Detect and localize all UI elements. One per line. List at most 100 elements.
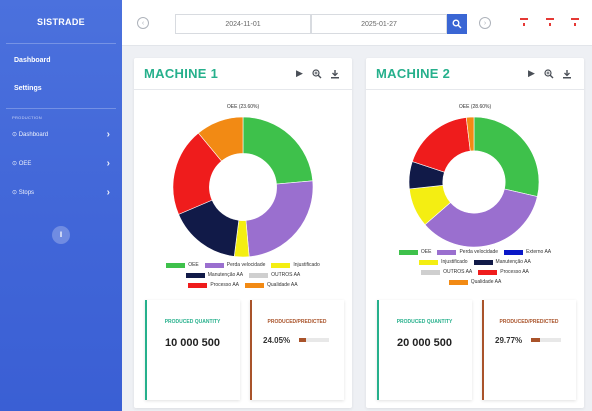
sidebar-item-oee[interactable]: ⊙ OEE › [0, 149, 122, 178]
legend-label: Qualidade AA [267, 282, 298, 288]
legend-label: Qualidade AA [470, 279, 502, 285]
progress-fill [531, 338, 540, 342]
chart-legend: OEE Perda velocidade Injustificado Manutenç… [134, 260, 352, 290]
legend-item-processo-aa[interactable]: Processo AA [478, 269, 529, 275]
filter-icon[interactable] [571, 18, 579, 28]
legend-swatch [245, 282, 265, 288]
sidebar-item-dashboard[interactable]: Dashboard [0, 50, 122, 70]
legend-swatch [419, 259, 439, 265]
legend-swatch [185, 272, 205, 278]
play-icon[interactable]: ▶ [526, 68, 537, 79]
legend-row: OEE Perda velocidade Injustificado [134, 260, 352, 270]
download-icon[interactable] [329, 68, 340, 79]
legend-label: Perda velocidade [226, 262, 266, 268]
chart-legend: OEE Perda velocidade Externo AA Injustifica… [366, 247, 584, 287]
legend-row: Injustificado Manutenção AA [366, 257, 584, 267]
prev-period-icon[interactable]: ‹ [137, 17, 149, 29]
legend-swatch [398, 249, 418, 255]
legend-row: OEE Perda velocidade Externo AA [366, 247, 584, 257]
progress-bar [299, 338, 329, 342]
legend-label: Injustificado [441, 259, 468, 265]
filter-icon[interactable] [546, 18, 554, 28]
legend-swatch [188, 282, 208, 288]
download-icon[interactable] [561, 68, 572, 79]
play-icon[interactable]: ▶ [294, 68, 305, 79]
legend-row: OUTROS AA Processo AA [366, 267, 584, 277]
sidebar-sub-label: ⊙ Stops [12, 190, 35, 196]
search-icon [452, 19, 462, 29]
kpi-label: PRODUCED QUANTITY [164, 319, 221, 325]
slice-oee[interactable] [242, 116, 314, 185]
legend-item-manutencao-aa[interactable]: Manutenção AA [473, 259, 531, 265]
kpi-percentage: 24.05% [263, 336, 291, 345]
legend-label: Injustificado [293, 262, 320, 268]
legend-item-qualidade-aa[interactable]: Qualidade AA [245, 282, 298, 288]
legend-item-processo-aa[interactable]: Processo AA [188, 282, 239, 288]
legend-item-manutencao-aa[interactable]: Manutenção AA [185, 272, 243, 278]
kpi-produced-predicted: PRODUCED/PREDICTED 24.05% [250, 300, 344, 400]
card-header: MACHINE 2 ▶ [366, 58, 584, 90]
kpi-produced-quantity: PRODUCED QUANTITY 20 000 500 [377, 300, 472, 400]
legend-label: OUTROS AA [271, 272, 301, 278]
slice-processo-aa[interactable] [411, 117, 471, 173]
legend-item-qualidade-aa[interactable]: Qualidade AA [448, 279, 502, 285]
legend-item-perda-velocidade[interactable]: Perda velocidade [437, 249, 498, 255]
legend-label: OEE [188, 262, 199, 268]
legend-label: Processo AA [500, 269, 529, 275]
legend-item-oee[interactable]: OEE [166, 262, 199, 268]
brand-logo[interactable]: SISTRADE [6, 0, 116, 44]
date-from-field[interactable]: 2024-11-01 [175, 14, 311, 34]
chevron-right-icon: › [106, 158, 110, 169]
legend-item-injustificado[interactable]: Injustificado [271, 262, 320, 268]
legend-swatch [204, 262, 224, 268]
legend-item-outros-aa[interactable]: OUTROS AA [249, 272, 300, 278]
legend-row: Processo AA Qualidade AA [134, 280, 352, 290]
legend-label: Externo AA [526, 249, 552, 255]
legend-swatch [448, 279, 468, 285]
chart-title: OEE (23.60%) [226, 104, 260, 110]
progress-bar [531, 338, 561, 342]
legend-item-injustificado[interactable]: Injustificado [419, 259, 468, 265]
sidebar-sub-label: ⊙ Dashboard [12, 132, 49, 138]
kpi-label: PRODUCED/PREDICTED [267, 319, 327, 325]
sidebar-item-stops[interactable]: ⊙ Stops › [0, 178, 122, 207]
oee-donut-chart [408, 116, 540, 248]
search-button[interactable] [447, 14, 467, 34]
kpi-label: PRODUCED QUANTITY [396, 319, 453, 325]
machine-title: MACHINE 1 [144, 66, 219, 81]
sidebar-divider [6, 108, 116, 109]
next-period-icon[interactable]: › [479, 17, 491, 29]
sidebar-item-production-dashboard[interactable]: ⊙ Dashboard › [0, 120, 122, 149]
legend-item-oee[interactable]: OEE [398, 249, 432, 255]
sidebar: SISTRADE Dashboard Settings PRODUCTION ⊙… [0, 0, 122, 411]
topbar: ‹ 2024-11-01 2025-01-27 › [122, 0, 592, 46]
kpi-percentage: 29.77% [495, 336, 523, 345]
legend-item-externo-aa[interactable]: Externo AA [504, 249, 551, 255]
zoom-icon[interactable] [311, 68, 322, 79]
zoom-icon[interactable] [543, 68, 554, 79]
legend-label: OEE [420, 249, 432, 255]
sidebar-item-settings[interactable]: Settings [0, 78, 122, 98]
legend-swatch [166, 262, 186, 268]
legend-item-perda-velocidade[interactable]: Perda velocidade [204, 262, 266, 268]
legend-swatch [504, 249, 524, 255]
legend-label: Perda velocidade [459, 249, 499, 255]
slice-oee[interactable] [473, 116, 540, 197]
legend-swatch [271, 262, 291, 268]
legend-label: Manutenção AA [495, 259, 531, 265]
progress-fill [299, 338, 307, 342]
sidebar-toggle-button[interactable]: ‖ [52, 226, 70, 244]
kpi-value: 20 000 500 [396, 337, 453, 349]
legend-label: Processo AA [210, 282, 240, 288]
machine-title: MACHINE 2 [376, 66, 451, 81]
kpi-label: PRODUCED/PREDICTED [499, 319, 559, 325]
legend-row: Manutenção AA OUTROS AA [134, 270, 352, 280]
date-to-field[interactable]: 2025-01-27 [311, 14, 447, 34]
legend-item-outros-aa[interactable]: OUTROS AA [421, 269, 472, 275]
machine-card-2: MACHINE 2 ▶ OEE (28.60%) OEE Perda veloci… [366, 58, 584, 408]
machine-card-1: MACHINE 1 ▶ OEE (23.60%) OEE Perda veloci… [134, 58, 352, 408]
filter-icon[interactable] [520, 18, 528, 28]
slice-perda-velocidade[interactable] [245, 180, 314, 258]
kpi-value: 10 000 500 [164, 337, 221, 349]
card-header: MACHINE 1 ▶ [134, 58, 352, 90]
